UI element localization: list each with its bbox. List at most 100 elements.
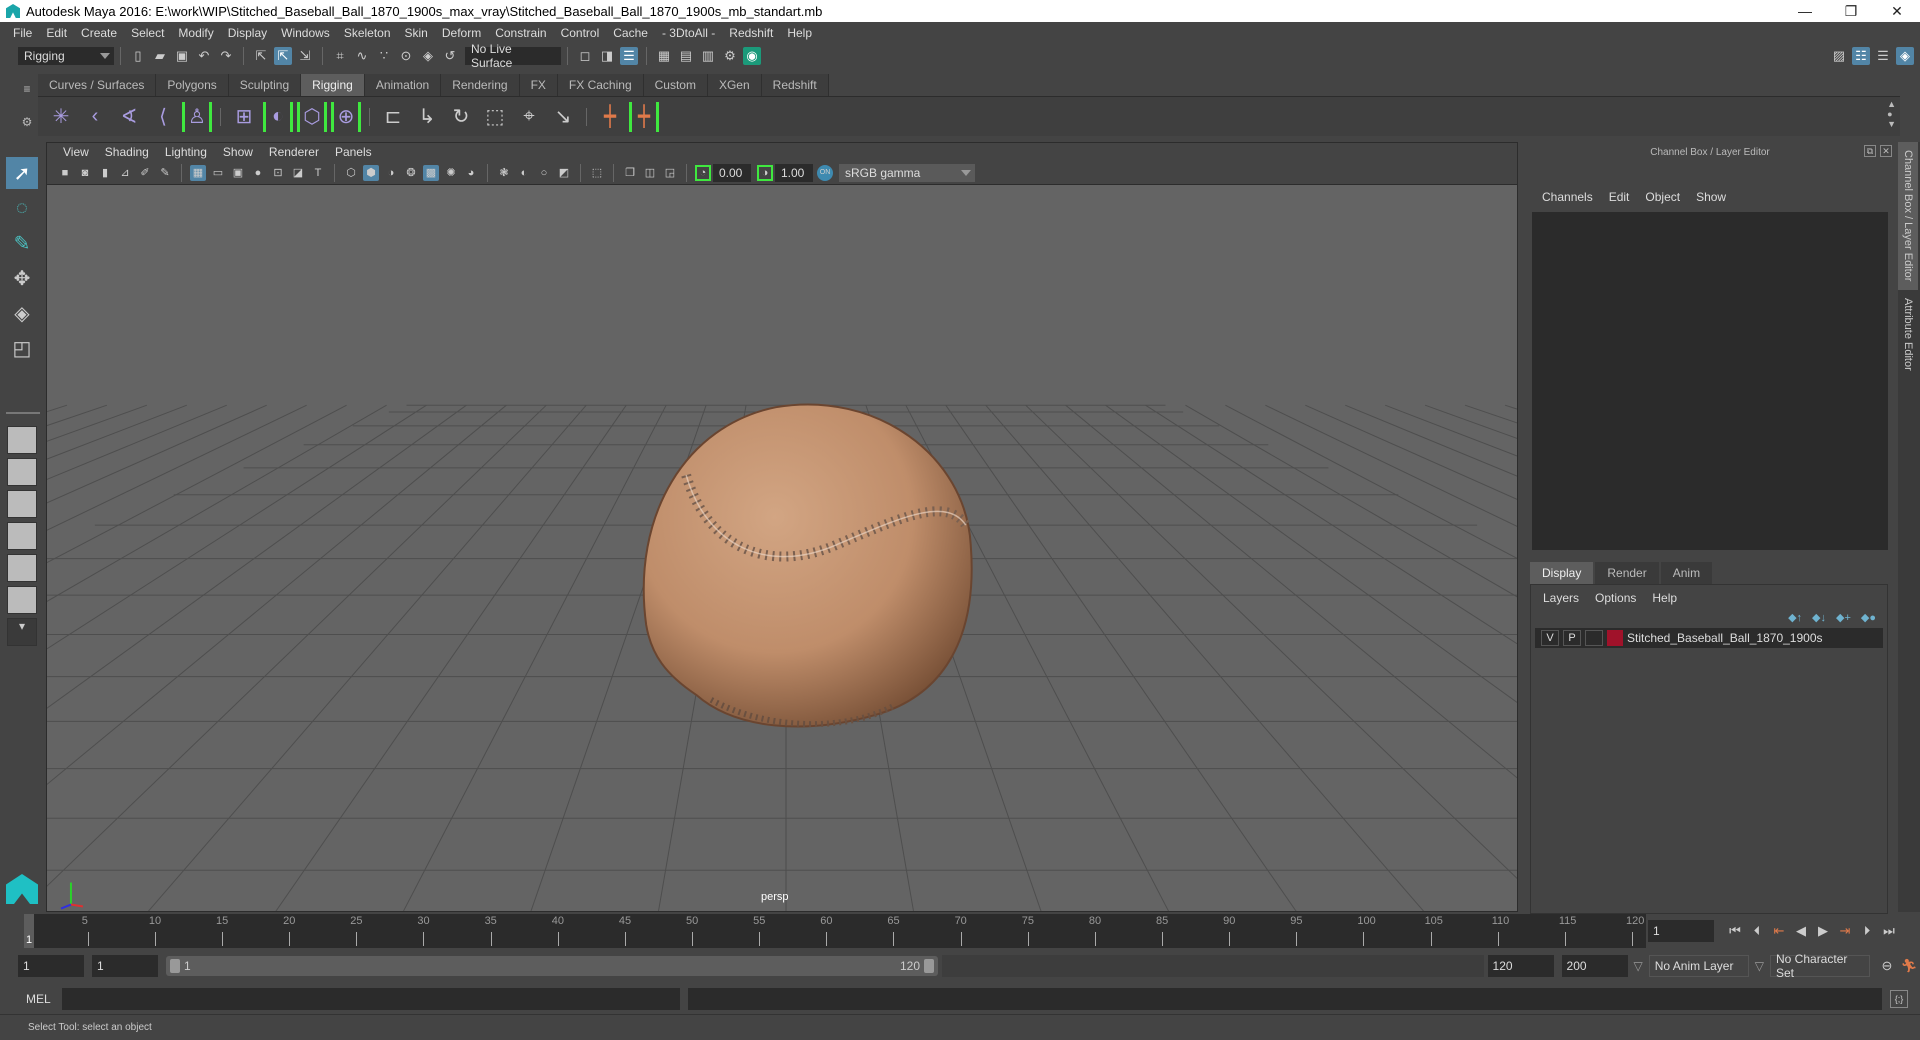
character-set-dropdown-icon[interactable]: ▽	[1755, 959, 1764, 973]
animation-end-field[interactable]: 200	[1561, 955, 1628, 977]
anim-layer-dropdown-icon[interactable]: ▽	[1634, 959, 1643, 973]
viewport-menu-show[interactable]: Show	[215, 145, 261, 159]
hik-icon[interactable]: ┿	[595, 102, 625, 132]
select-object-icon[interactable]: ⇱	[274, 47, 292, 65]
select-component-icon[interactable]: ⇲	[296, 47, 314, 65]
lattice-icon[interactable]: ⬡	[297, 101, 327, 132]
move-layer-down-icon[interactable]: ◆↓	[1812, 611, 1826, 624]
isolate-select-icon[interactable]: ⬚	[589, 165, 605, 181]
side-tab-attribute-editor[interactable]: Attribute Editor	[1898, 290, 1918, 379]
new-empty-layer-icon[interactable]: ◆+	[1836, 611, 1851, 624]
shelf-scroll[interactable]: ▲ ● ▼	[1887, 99, 1896, 129]
scale-constraint-icon[interactable]: ⬚	[480, 102, 510, 132]
viewport-panel[interactable]: View Shading Lighting Show Renderer Pane…	[46, 142, 1518, 912]
range-start-handle[interactable]	[170, 959, 180, 973]
camera-attributes-icon[interactable]: ◙	[77, 165, 93, 181]
persp-outliner-graph-layout-icon[interactable]	[7, 586, 37, 614]
layer-visibility-toggle[interactable]: V	[1541, 630, 1559, 646]
wireframe-on-shaded-icon[interactable]: ◑	[383, 165, 399, 181]
quick-rig-icon[interactable]: ♙	[182, 101, 212, 132]
shelf-tab-custom[interactable]: Custom	[643, 74, 708, 96]
viewport-menu-panels[interactable]: Panels	[327, 145, 380, 159]
menu-select[interactable]: Select	[124, 26, 171, 40]
shelf-settings-icon[interactable]: ⚙	[22, 115, 33, 129]
use-all-lights-icon[interactable]: ✺	[443, 165, 459, 181]
grease-pencil-icon[interactable]: ✐	[137, 165, 153, 181]
scene-canvas[interactable]	[47, 185, 1517, 912]
menu-deform[interactable]: Deform	[435, 26, 488, 40]
anti-aliasing-icon[interactable]: ○	[536, 165, 552, 181]
play-backwards-icon[interactable]: ◀	[1792, 922, 1810, 940]
exposure-field[interactable]: 0.00	[713, 163, 751, 182]
menu-modify[interactable]: Modify	[171, 26, 220, 40]
xray-icon[interactable]: ❂	[403, 165, 419, 181]
motion-blur-icon[interactable]: ◐	[516, 165, 532, 181]
layer-tab-anim[interactable]: Anim	[1660, 562, 1713, 584]
channel-box-toggle-icon[interactable]: ◈	[1896, 47, 1914, 65]
select-camera-icon[interactable]: ■	[57, 165, 73, 181]
aim-constraint-icon[interactable]: ⌖	[514, 102, 544, 132]
help-menu[interactable]: Help	[1644, 591, 1685, 605]
anim-layer-field[interactable]: No Anim Layer	[1648, 955, 1749, 977]
bookmark-icon[interactable]: ▮	[97, 165, 113, 181]
lasso-tool-icon[interactable]: ◌	[6, 192, 38, 224]
shelf-menu-icon[interactable]: ≡	[23, 82, 30, 96]
outliner-persp-layout-icon[interactable]	[7, 490, 37, 518]
layer-playback-toggle[interactable]: P	[1563, 630, 1581, 646]
safe-title-icon[interactable]: T	[310, 165, 326, 181]
gate-mask-icon[interactable]: ●	[250, 165, 266, 181]
color-space-dropdown[interactable]: sRGB gamma	[839, 163, 975, 182]
redo-icon[interactable]: ↷	[217, 47, 235, 65]
shelf-tab-xgen[interactable]: XGen	[707, 74, 762, 96]
live-surface-field[interactable]: No Live Surface	[465, 42, 561, 70]
menu-help[interactable]: Help	[780, 26, 819, 40]
grid-toggle-icon[interactable]: ▦	[190, 164, 206, 181]
current-frame-field[interactable]: 1	[1648, 920, 1714, 942]
menu-edit[interactable]: Edit	[39, 26, 74, 40]
animation-preferences-icon[interactable]: 🏃︎	[1900, 957, 1918, 975]
shelf-tab-redshift[interactable]: Redshift	[761, 74, 829, 96]
menu-create[interactable]: Create	[74, 26, 124, 40]
shelf-tab-polygons[interactable]: Polygons	[156, 74, 229, 96]
command-language-label[interactable]: MEL	[26, 992, 62, 1006]
playback-start-field[interactable]: 1	[92, 955, 158, 977]
scale-tool-icon[interactable]: ◰	[6, 332, 38, 364]
character-set-field[interactable]: No Character Set	[1770, 952, 1870, 980]
shelf-tab-rigging[interactable]: Rigging	[301, 74, 365, 96]
options-menu[interactable]: Options	[1587, 591, 1644, 605]
step-forward-frame-icon[interactable]: ⏵	[1858, 922, 1876, 940]
gamma-field[interactable]: 1.00	[775, 163, 813, 182]
menu-cache[interactable]: Cache	[606, 26, 655, 40]
xray-active-components-icon[interactable]: ◫	[642, 165, 658, 181]
input-ops-icon[interactable]: ◨	[598, 47, 616, 65]
shadows-icon[interactable]: ◕	[463, 165, 479, 181]
range-slider[interactable]: 1 120	[166, 956, 938, 976]
screen-space-ao-icon[interactable]: ❃	[496, 165, 512, 181]
single-perspective-layout-icon[interactable]	[7, 426, 37, 454]
pole-vector-constraint-icon[interactable]: ↘	[548, 102, 578, 132]
play-forwards-icon[interactable]: ▶	[1814, 922, 1832, 940]
four-view-layout-icon[interactable]	[7, 458, 37, 486]
menu-redshift[interactable]: Redshift	[722, 26, 780, 40]
backface-culling-icon[interactable]: ◲	[662, 165, 678, 181]
move-layer-up-icon[interactable]: ◆↑	[1788, 611, 1802, 624]
range-end-handle[interactable]	[924, 959, 934, 973]
rotate-tool-icon[interactable]: ◈	[6, 297, 38, 329]
layer-tab-render[interactable]: Render	[1595, 562, 1659, 584]
command-input[interactable]	[62, 988, 680, 1010]
2d-pan-zoom-icon[interactable]: ✎	[157, 165, 173, 181]
go-to-start-icon[interactable]: ⏮	[1726, 922, 1744, 940]
exposure-icon[interactable]: ◔	[695, 164, 711, 181]
film-gate-icon[interactable]: ▭	[210, 165, 226, 181]
shelf-tab-rendering[interactable]: Rendering	[441, 74, 520, 96]
menu-skin[interactable]: Skin	[398, 26, 435, 40]
modeling-toolkit-icon[interactable]: ▨	[1830, 47, 1848, 65]
construction-history-icon[interactable]: ◻	[576, 47, 594, 65]
select-tool-icon[interactable]: ➚	[6, 157, 38, 189]
wireframe-icon[interactable]: ⬡	[343, 165, 359, 181]
snap-curve-icon[interactable]: ∿	[353, 47, 371, 65]
save-scene-icon[interactable]: ▣	[173, 47, 191, 65]
menu-control[interactable]: Control	[554, 26, 607, 40]
create-joint-icon[interactable]: ✳	[46, 102, 76, 132]
color-management-toggle-icon[interactable]: ON	[817, 164, 833, 181]
